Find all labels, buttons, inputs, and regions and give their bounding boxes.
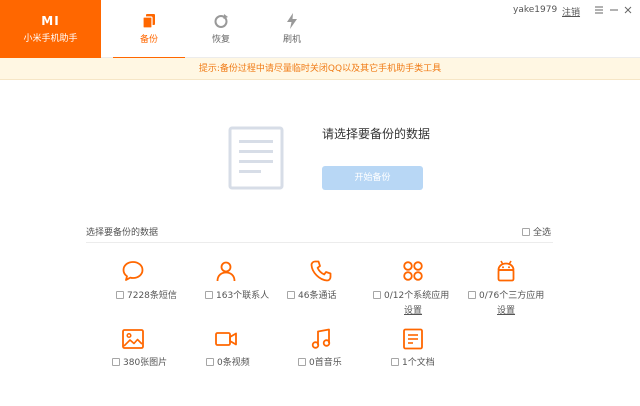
brand-label: 小米手机助手 bbox=[23, 34, 78, 44]
videos-checkbox[interactable]: 0条视频 bbox=[206, 355, 250, 368]
contacts-count: 163个联系人 bbox=[216, 291, 270, 301]
contacts-checkbox[interactable]: 163个联系人 bbox=[205, 288, 269, 301]
checkbox[interactable] bbox=[116, 291, 124, 299]
tab-flash[interactable]: 刷机 bbox=[256, 0, 328, 58]
select-all-checkbox[interactable]: 全选 bbox=[522, 225, 551, 238]
checkbox[interactable] bbox=[468, 291, 476, 299]
system-apps-checkbox[interactable]: 0/12个系统应用 bbox=[373, 288, 449, 301]
videos-count: 0条视频 bbox=[217, 358, 250, 368]
checkbox[interactable] bbox=[112, 358, 120, 366]
top-bar: MI 小米手机助手 备份 恢复 刷机 yake1979 注销 bbox=[0, 0, 640, 59]
tab-label: 备份 bbox=[139, 35, 158, 45]
third-party-apps-settings-link[interactable]: 设置 bbox=[497, 303, 515, 316]
images-count: 380张图片 bbox=[123, 358, 168, 368]
restore-icon bbox=[214, 14, 228, 28]
username: yake1979 bbox=[513, 5, 558, 15]
documents-checkbox[interactable]: 1个文档 bbox=[391, 355, 435, 368]
music-icon bbox=[311, 328, 331, 349]
calls-checkbox[interactable]: 46条通话 bbox=[287, 288, 336, 301]
sms-checkbox[interactable]: 7228条短信 bbox=[116, 288, 177, 301]
checkbox[interactable] bbox=[391, 358, 399, 366]
system-apps-count: 0/12个系统应用 bbox=[384, 291, 450, 301]
checkbox[interactable] bbox=[522, 228, 530, 236]
video-icon bbox=[215, 332, 237, 346]
tab-restore[interactable]: 恢复 bbox=[185, 0, 257, 58]
contact-icon bbox=[216, 261, 236, 282]
tab-label: 刷机 bbox=[282, 35, 301, 45]
checkbox[interactable] bbox=[287, 291, 295, 299]
section-title: 选择要备份的数据 bbox=[86, 228, 159, 238]
brand-logo: MI 小米手机助手 bbox=[0, 0, 101, 58]
sms-count: 7228条短信 bbox=[127, 291, 177, 301]
minimize-icon[interactable] bbox=[608, 4, 620, 16]
music-count: 0首音乐 bbox=[309, 358, 342, 368]
third-party-apps-count: 0/76个三方应用 bbox=[479, 291, 545, 301]
system-apps-icon bbox=[403, 261, 423, 281]
tab-label: 恢复 bbox=[211, 35, 230, 45]
hero-title: 请选择要备份的数据 bbox=[322, 127, 431, 141]
images-checkbox[interactable]: 380张图片 bbox=[112, 355, 167, 368]
message-icon bbox=[122, 261, 144, 281]
logout-link[interactable]: 注销 bbox=[562, 5, 580, 18]
divider bbox=[86, 242, 553, 243]
third-party-apps-checkbox[interactable]: 0/76个三方应用 bbox=[468, 288, 544, 301]
android-icon bbox=[497, 260, 515, 282]
close-icon[interactable] bbox=[622, 4, 634, 16]
notice-banner: 提示:备份过程中请尽量临时关闭QQ以及其它手机助手类工具 bbox=[0, 58, 640, 80]
phone-icon bbox=[310, 260, 332, 282]
menu-icon[interactable] bbox=[593, 4, 605, 16]
documents-count: 1个文档 bbox=[402, 358, 435, 368]
start-backup-button[interactable]: 开始备份 bbox=[322, 166, 423, 190]
tab-backup[interactable]: 备份 bbox=[113, 0, 185, 59]
document-icon bbox=[403, 328, 423, 350]
document-illustration-icon bbox=[228, 126, 284, 190]
mi-logo: MI bbox=[41, 14, 60, 28]
backup-icon bbox=[142, 14, 155, 29]
checkbox[interactable] bbox=[205, 291, 213, 299]
checkbox[interactable] bbox=[298, 358, 306, 366]
checkbox[interactable] bbox=[206, 358, 214, 366]
calls-count: 46条通话 bbox=[298, 291, 337, 301]
checkbox[interactable] bbox=[373, 291, 381, 299]
music-checkbox[interactable]: 0首音乐 bbox=[298, 355, 342, 368]
system-apps-settings-link[interactable]: 设置 bbox=[404, 303, 422, 316]
select-all-label: 全选 bbox=[533, 228, 552, 238]
flash-icon bbox=[287, 13, 297, 29]
image-icon bbox=[122, 329, 144, 349]
